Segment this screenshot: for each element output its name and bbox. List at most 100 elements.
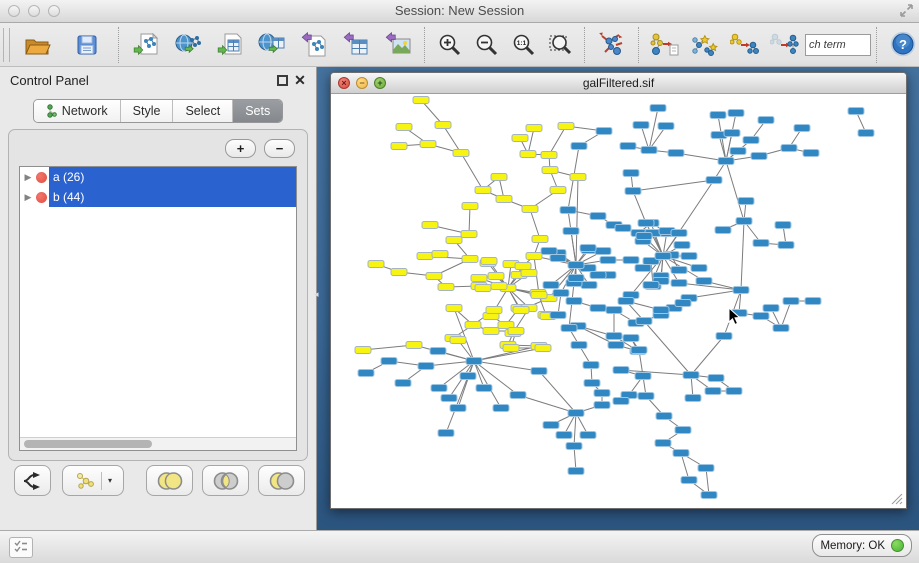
- graph-node[interactable]: [671, 267, 687, 274]
- set-intersection-button[interactable]: [202, 465, 249, 496]
- graph-node[interactable]: [558, 123, 574, 130]
- graph-node[interactable]: [753, 313, 769, 320]
- graph-node[interactable]: [381, 358, 397, 365]
- graph-node[interactable]: [526, 125, 542, 132]
- graph-node[interactable]: [635, 373, 651, 380]
- graph-node[interactable]: [625, 188, 641, 195]
- import-table-url-button[interactable]: [251, 26, 293, 64]
- graph-node[interactable]: [566, 443, 582, 450]
- graph-node[interactable]: [475, 187, 491, 194]
- graph-node[interactable]: [556, 432, 572, 439]
- graph-node[interactable]: [606, 333, 622, 340]
- graph-node[interactable]: [418, 363, 434, 370]
- network-canvas[interactable]: [332, 94, 905, 507]
- graph-node[interactable]: [568, 410, 584, 417]
- graph-node[interactable]: [483, 328, 499, 335]
- scrollbar-thumb[interactable]: [24, 440, 152, 448]
- graph-node[interactable]: [406, 342, 422, 349]
- graph-node[interactable]: [471, 275, 487, 282]
- zoom-actual-size-button[interactable]: 1:1: [505, 26, 542, 64]
- graph-node[interactable]: [675, 300, 691, 307]
- split-sets-button[interactable]: [14, 465, 51, 496]
- graph-node[interactable]: [563, 228, 579, 235]
- graph-node[interactable]: [568, 262, 584, 269]
- remove-set-button[interactable]: −: [264, 139, 295, 158]
- graph-node[interactable]: [513, 307, 529, 314]
- graph-node[interactable]: [778, 242, 794, 249]
- graph-node[interactable]: [476, 385, 492, 392]
- graph-node[interactable]: [522, 206, 538, 213]
- graph-node[interactable]: [461, 231, 477, 238]
- graph-node[interactable]: [613, 398, 629, 405]
- graph-node[interactable]: [543, 422, 559, 429]
- graph-node[interactable]: [653, 307, 669, 314]
- graph-node[interactable]: [581, 282, 597, 289]
- graph-node[interactable]: [583, 362, 599, 369]
- graph-node[interactable]: [450, 337, 466, 344]
- graph-node[interactable]: [674, 242, 690, 249]
- graph-node[interactable]: [803, 150, 819, 157]
- graph-node[interactable]: [580, 245, 596, 252]
- graph-node[interactable]: [730, 148, 746, 155]
- graph-node[interactable]: [584, 380, 600, 387]
- graph-node[interactable]: [438, 430, 454, 437]
- graph-node[interactable]: [794, 125, 810, 132]
- graph-node[interactable]: [635, 265, 651, 272]
- graph-node[interactable]: [488, 273, 504, 280]
- graph-node[interactable]: [710, 112, 726, 119]
- graph-node[interactable]: [435, 122, 451, 129]
- set-union-button[interactable]: [146, 465, 193, 496]
- graph-node[interactable]: [608, 342, 624, 349]
- graph-node[interactable]: [531, 292, 547, 299]
- graph-node[interactable]: [858, 130, 874, 137]
- graph-node[interactable]: [606, 307, 622, 314]
- graph-node[interactable]: [515, 263, 531, 270]
- graph-node[interactable]: [453, 150, 469, 157]
- graph-node[interactable]: [623, 170, 639, 177]
- graph-node[interactable]: [673, 450, 689, 457]
- graph-node[interactable]: [391, 143, 407, 150]
- tab-style[interactable]: Style: [121, 100, 174, 122]
- graph-node[interactable]: [396, 124, 412, 131]
- import-network-url-button[interactable]: [167, 26, 209, 64]
- graph-node[interactable]: [541, 152, 557, 159]
- graph-node[interactable]: [491, 283, 507, 290]
- graph-node[interactable]: [671, 230, 687, 237]
- tab-network[interactable]: Network: [34, 100, 121, 122]
- graph-node[interactable]: [633, 122, 649, 129]
- graph-node[interactable]: [508, 328, 524, 335]
- graph-node[interactable]: [481, 258, 497, 265]
- graph-node[interactable]: [728, 110, 744, 117]
- graph-node[interactable]: [701, 492, 717, 499]
- graph-node[interactable]: [430, 348, 446, 355]
- graph-node[interactable]: [462, 203, 478, 210]
- graph-node[interactable]: [716, 333, 732, 340]
- graph-node[interactable]: [641, 147, 657, 154]
- network-frame-titlebar[interactable]: × − + galFiltered.sif: [331, 73, 906, 94]
- graph-node[interactable]: [736, 218, 752, 225]
- graph-node[interactable]: [491, 174, 507, 181]
- set-row-b[interactable]: ▶ b (44): [20, 187, 296, 207]
- create-set-from-network-button[interactable]: ▾: [62, 465, 124, 496]
- open-session-button[interactable]: [16, 26, 58, 64]
- graph-node[interactable]: [758, 117, 774, 124]
- export-table-button[interactable]: [335, 26, 377, 64]
- graph-node[interactable]: [570, 174, 586, 181]
- graph-node[interactable]: [438, 284, 454, 291]
- graph-node[interactable]: [698, 465, 714, 472]
- graph-node[interactable]: [613, 367, 629, 374]
- export-network-button[interactable]: [293, 26, 335, 64]
- graph-node[interactable]: [623, 257, 639, 264]
- graph-node[interactable]: [636, 233, 652, 240]
- graph-node[interactable]: [462, 256, 478, 263]
- graph-node[interactable]: [743, 137, 759, 144]
- graph-node[interactable]: [417, 253, 433, 260]
- graph-node[interactable]: [738, 198, 754, 205]
- new-network-from-selection-button[interactable]: [645, 26, 685, 64]
- graph-node[interactable]: [696, 278, 712, 285]
- graph-node[interactable]: [550, 187, 566, 194]
- graph-node[interactable]: [594, 402, 610, 409]
- graph-node[interactable]: [413, 97, 429, 104]
- graph-node[interactable]: [590, 213, 606, 220]
- graph-node[interactable]: [675, 427, 691, 434]
